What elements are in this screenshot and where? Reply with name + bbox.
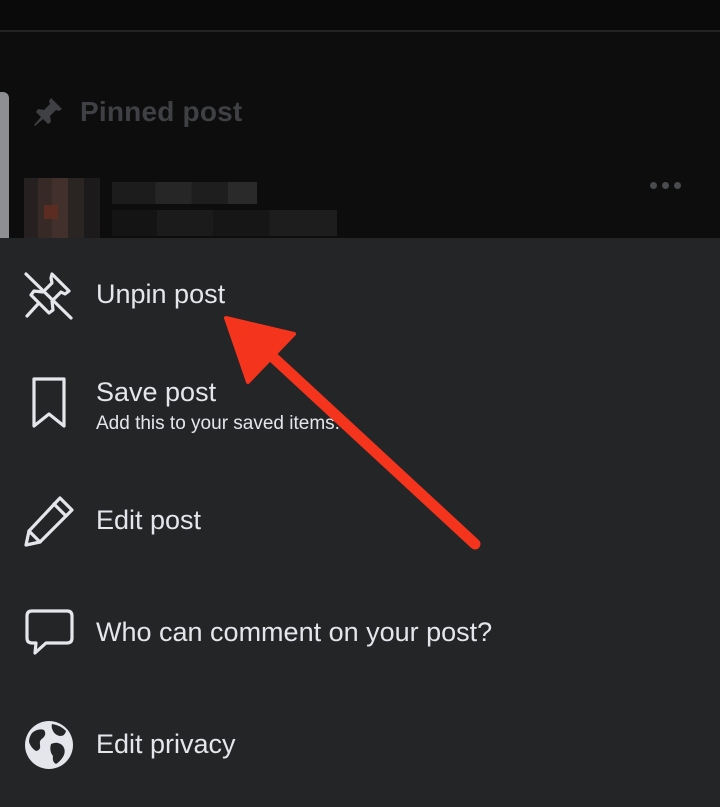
menu-item-label: Edit post (96, 505, 202, 535)
menu-item-edit-post[interactable]: Edit post (0, 478, 720, 562)
author-name-blurred (112, 182, 257, 204)
top-bar (0, 0, 720, 32)
globe-icon (22, 718, 76, 772)
menu-item-label: Save post (96, 377, 217, 407)
bookmark-icon (22, 376, 76, 430)
comment-bubble-icon (22, 606, 76, 660)
menu-item-who-can-comment[interactable]: Who can comment on your post? (0, 590, 720, 674)
more-horizontal-icon[interactable] (650, 182, 681, 189)
menu-item-edit-privacy[interactable]: Edit privacy (0, 702, 720, 786)
menu-item-label: Who can comment on your post? (96, 617, 493, 647)
menu-item-label: Edit privacy (96, 729, 236, 759)
menu-item-label: Unpin post (96, 279, 226, 309)
menu-item-unpin-post[interactable]: Unpin post (0, 256, 720, 340)
avatar[interactable] (24, 178, 100, 242)
avatar-detail (44, 205, 58, 219)
post-options-sheet: Unpin post Save post Add this to your sa… (0, 238, 720, 807)
pinned-post-header: Pinned post (30, 92, 242, 132)
post-meta-blurred (112, 210, 337, 236)
screen: Pinned post Unpin post Save post Add thi… (0, 0, 720, 807)
pinned-post-label: Pinned post (80, 96, 243, 127)
menu-item-subtitle: Add this to your saved items. (96, 413, 340, 434)
menu-item-save-post[interactable]: Save post Add this to your saved items. (0, 356, 720, 452)
pencil-icon (22, 494, 76, 548)
unpin-icon (22, 268, 76, 322)
pin-icon (34, 98, 62, 126)
